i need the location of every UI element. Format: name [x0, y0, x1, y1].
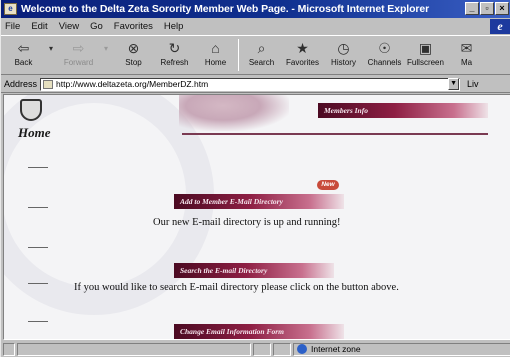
- links-button[interactable]: Liv: [467, 79, 479, 89]
- fullscreen-button[interactable]: ▣ Fullscreen: [405, 36, 446, 74]
- change-info-button[interactable]: Change Email Information Form: [174, 324, 344, 339]
- menu-go[interactable]: Go: [90, 21, 103, 32]
- zone-label: Internet zone: [311, 344, 361, 354]
- address-url: http://www.deltazeta.org/MemberDZ.htm: [56, 79, 209, 89]
- globe-icon: [297, 344, 307, 354]
- fullscreen-label: Fullscreen: [407, 58, 444, 67]
- add-directory-button[interactable]: Add to Member E-Mail Directory: [174, 194, 344, 209]
- mail-button[interactable]: ✉ Ma: [446, 36, 487, 74]
- address-label: Address: [4, 79, 38, 89]
- side-dash: [28, 321, 48, 322]
- forward-label: Forward: [63, 58, 94, 67]
- back-dropdown-button[interactable]: ▾: [44, 36, 58, 74]
- home-icon: ⌂: [211, 40, 220, 56]
- favorites-icon: ★: [296, 39, 309, 56]
- side-dash: [28, 207, 48, 208]
- menu-help[interactable]: Help: [164, 21, 184, 32]
- toolbar: ⇦ Back ▾ ⇨ Forward ▾ ⊗ Stop ↻ Refresh ⌂ …: [1, 35, 510, 75]
- channels-label: Channels: [367, 58, 402, 67]
- members-info-banner[interactable]: Members Info: [318, 103, 488, 118]
- menu-favorites[interactable]: Favorites: [114, 21, 153, 32]
- title-bar[interactable]: e Welcome to the Delta Zeta Sorority Mem…: [1, 0, 510, 18]
- crest-icon: [20, 99, 42, 121]
- browser-window: e Welcome to the Delta Zeta Sorority Mem…: [0, 0, 510, 357]
- back-label: Back: [14, 58, 33, 67]
- fullscreen-icon: ▣: [418, 39, 433, 56]
- zone-cell: Internet zone: [293, 342, 510, 356]
- channels-button[interactable]: ☉ Channels: [364, 36, 405, 74]
- address-dropdown-button[interactable]: ▼: [448, 78, 460, 90]
- side-dash: [28, 167, 48, 168]
- menu-edit[interactable]: Edit: [31, 21, 47, 32]
- close-button[interactable]: ×: [495, 2, 509, 15]
- search-text: If you would like to search E-mail direc…: [74, 282, 399, 293]
- forward-button[interactable]: ⇨ Forward: [58, 36, 99, 74]
- page-icon: [43, 79, 54, 89]
- ie-logo-icon: e: [490, 19, 510, 34]
- rose-image: [179, 95, 289, 131]
- stop-label: Stop: [125, 58, 142, 67]
- history-label: History: [331, 58, 356, 67]
- status-text-cell: [17, 342, 251, 356]
- side-dash: [28, 247, 48, 248]
- history-button[interactable]: ◷ History: [323, 36, 364, 74]
- forward-dropdown-button[interactable]: ▾: [99, 36, 113, 74]
- address-bar: Address http://www.deltazeta.org/MemberD…: [1, 76, 510, 93]
- home-button[interactable]: ⌂ Home: [195, 36, 236, 74]
- address-input[interactable]: http://www.deltazeta.org/MemberDZ.htm: [40, 77, 461, 91]
- favorites-label: Favorites: [286, 58, 319, 67]
- new-badge: New: [317, 180, 339, 190]
- minimize-button[interactable]: _: [465, 2, 479, 15]
- status-bar: Internet zone: [1, 341, 510, 357]
- menu-bar: File Edit View Go Favorites Help: [1, 19, 510, 34]
- mail-icon: ✉: [460, 39, 473, 56]
- side-dash: [28, 283, 48, 284]
- home-label: Home: [204, 58, 227, 67]
- history-icon: ◷: [337, 39, 350, 56]
- search-label: Search: [248, 58, 275, 67]
- favorites-button[interactable]: ★ Favorites: [282, 36, 323, 74]
- maximize-button[interactable]: ▫: [480, 2, 494, 15]
- ie-page-icon: e: [4, 3, 17, 15]
- status-cell: [253, 342, 271, 356]
- home-link[interactable]: Home: [18, 125, 51, 141]
- mail-label: Ma: [460, 58, 473, 67]
- search-button[interactable]: ⌕ Search: [241, 36, 282, 74]
- search-directory-button[interactable]: Search the E-mail Directory: [174, 263, 334, 278]
- back-arrow-icon: ⇦: [17, 39, 30, 56]
- stop-icon: ⊗: [127, 39, 140, 56]
- back-button[interactable]: ⇦ Back: [3, 36, 44, 74]
- window-title: Welcome to the Delta Zeta Sorority Membe…: [21, 3, 430, 15]
- status-cell: [273, 342, 291, 356]
- refresh-label: Refresh: [160, 58, 189, 67]
- toolbar-separator: [238, 39, 239, 71]
- forward-arrow-icon: ⇨: [72, 39, 85, 56]
- directory-text: Our new E-mail directory is up and runni…: [153, 217, 341, 228]
- refresh-button[interactable]: ↻ Refresh: [154, 36, 195, 74]
- divider: [182, 133, 488, 135]
- page-content: Home Members Info New Add to Member E-Ma…: [3, 94, 510, 340]
- window-controls: _ ▫ ×: [465, 2, 509, 15]
- status-icon-cell: [3, 342, 15, 356]
- menu-view[interactable]: View: [59, 21, 79, 32]
- menu-file[interactable]: File: [5, 21, 20, 32]
- search-icon: ⌕: [257, 39, 266, 56]
- stop-button[interactable]: ⊗ Stop: [113, 36, 154, 74]
- channels-icon: ☉: [378, 39, 391, 56]
- refresh-icon: ↻: [168, 39, 181, 56]
